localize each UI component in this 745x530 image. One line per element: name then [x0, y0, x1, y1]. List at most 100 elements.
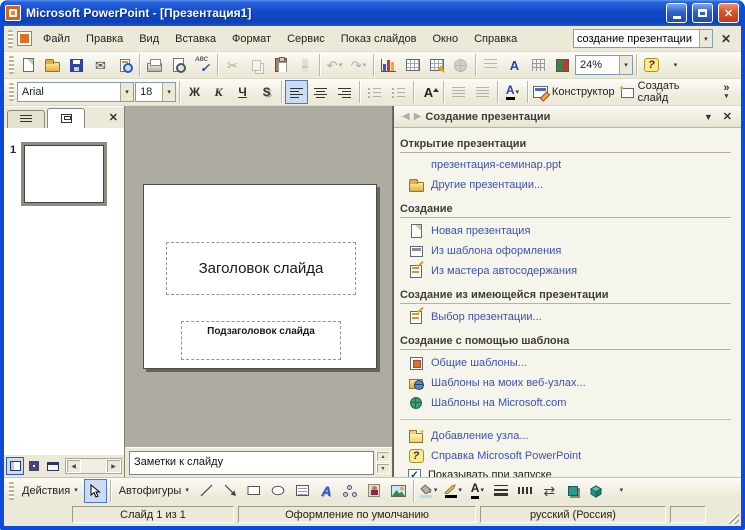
save-button[interactable]: [65, 53, 88, 77]
tab-outline[interactable]: [7, 110, 45, 128]
paste-button[interactable]: [269, 53, 292, 77]
show-formatting-button[interactable]: A: [503, 53, 526, 77]
list-item[interactable]: Добавление узла...: [394, 426, 741, 446]
from-autocontent-wizard-link[interactable]: Из мастера автосодержания: [431, 264, 577, 279]
color-grayscale-button[interactable]: [551, 53, 574, 77]
document-icon[interactable]: [17, 31, 32, 46]
increase-indent-button[interactable]: [471, 80, 494, 104]
menu-item-window[interactable]: Окно: [426, 30, 466, 48]
menu-item-edit[interactable]: Правка: [79, 30, 130, 48]
minimize-button[interactable]: [666, 3, 687, 23]
back-icon[interactable]: ◀: [402, 111, 410, 122]
menu-item-format[interactable]: Формат: [225, 30, 278, 48]
horizontal-scrollbar[interactable]: ◀ ▶: [65, 458, 122, 474]
help-button[interactable]: ?: [640, 53, 663, 77]
close-button[interactable]: ✕: [718, 3, 739, 23]
oval-tool-button[interactable]: [267, 479, 290, 503]
list-item[interactable]: презентация-семинар.ppt: [394, 156, 741, 175]
menu-item-insert[interactable]: Вставка: [168, 30, 223, 48]
clip-art-button[interactable]: [363, 479, 386, 503]
numbering-button[interactable]: [363, 80, 386, 104]
print-preview-button[interactable]: [167, 53, 190, 77]
notes-input[interactable]: Заметки к слайду: [129, 450, 374, 475]
list-item[interactable]: Шаблоны на Microsoft.com: [394, 393, 741, 413]
toolbar-grip[interactable]: [9, 83, 14, 101]
list-item[interactable]: Общие шаблоны...: [394, 353, 741, 373]
arrow-style-button[interactable]: ⇄: [538, 479, 561, 503]
slide-show-button[interactable]: [44, 457, 62, 475]
chevron-down-icon[interactable]: ▾: [698, 30, 712, 47]
cut-button[interactable]: ✂: [221, 53, 244, 77]
fill-color-button[interactable]: ▾: [417, 479, 441, 503]
rectangle-tool-button[interactable]: [243, 479, 266, 503]
task-pane-close-icon[interactable]: ✕: [720, 109, 735, 124]
show-at-startup-option[interactable]: ✓ Показывать при запуске: [394, 466, 741, 477]
toolbar-overflow-button[interactable]: » ▾: [715, 80, 738, 104]
web-sites-templates-link[interactable]: Шаблоны на моих веб-узлах...: [431, 376, 586, 391]
insert-table-button[interactable]: [401, 53, 424, 77]
from-design-template-link[interactable]: Из шаблона оформления: [431, 244, 561, 259]
increase-font-button[interactable]: A: [417, 80, 440, 104]
new-button[interactable]: [17, 53, 40, 77]
slide-canvas[interactable]: Заголовок слайда Подзаголовок слайда: [143, 184, 377, 369]
text-box-button[interactable]: [291, 479, 314, 503]
chevron-down-icon[interactable]: ▾: [619, 56, 632, 74]
shadow-button[interactable]: S: [255, 80, 278, 104]
line-style-button[interactable]: [490, 479, 513, 503]
redo-button[interactable]: ↷ ▾: [347, 53, 370, 77]
menu-item-help[interactable]: Справка: [467, 30, 524, 48]
powerpoint-help-link[interactable]: Справка Microsoft PowerPoint: [431, 449, 581, 464]
new-slide-button[interactable]: Создать слайд: [618, 80, 714, 104]
slide-thumbnail[interactable]: [21, 142, 108, 206]
scrollbar-track[interactable]: [81, 459, 106, 473]
status-language[interactable]: русский (Россия): [480, 506, 666, 523]
status-design-name[interactable]: Оформление по умолчанию: [238, 506, 476, 523]
next-slide-icon[interactable]: ▼: [376, 463, 390, 474]
hyperlink-button[interactable]: [449, 53, 472, 77]
undo-button[interactable]: ↶ ▾: [323, 53, 346, 77]
panel-close-icon[interactable]: ✕: [106, 111, 121, 124]
menu-item-slideshow[interactable]: Показ слайдов: [334, 30, 424, 48]
task-pane-menu-icon[interactable]: ▼: [701, 111, 716, 123]
font-size-combo[interactable]: 18 ▾: [135, 82, 177, 102]
menu-item-tools[interactable]: Сервис: [280, 30, 332, 48]
dash-style-button[interactable]: [514, 479, 537, 503]
line-tool-button[interactable]: [195, 479, 218, 503]
maximize-button[interactable]: [692, 3, 713, 23]
list-item[interactable]: Другие презентации...: [394, 175, 741, 195]
subtitle-placeholder[interactable]: Подзаголовок слайда: [181, 321, 341, 360]
insert-picture-button[interactable]: [387, 479, 410, 503]
spelling-button[interactable]: ABC ✓: [191, 53, 214, 77]
title-placeholder[interactable]: Заголовок слайда: [166, 242, 356, 295]
wordart-button[interactable]: A: [315, 479, 338, 503]
list-item[interactable]: Новая презентация: [394, 221, 741, 241]
toolbar-options-button[interactable]: ▾: [664, 53, 687, 77]
autoshapes-menu-button[interactable]: Автофигуры ▾: [114, 482, 194, 500]
expand-all-button[interactable]: [479, 53, 502, 77]
scroll-right-icon[interactable]: ▶: [106, 459, 121, 473]
toolbar-grip[interactable]: [9, 56, 14, 74]
copy-button[interactable]: [245, 53, 268, 77]
forward-icon[interactable]: ▶: [414, 111, 422, 122]
tab-slides[interactable]: [47, 108, 85, 128]
diagram-button[interactable]: [339, 479, 362, 503]
microsoft-com-templates-link[interactable]: Шаблоны на Microsoft.com: [431, 396, 566, 411]
toolbar-grip[interactable]: [9, 481, 14, 500]
bullets-button[interactable]: [387, 80, 410, 104]
line-color-button[interactable]: ▾: [441, 479, 465, 503]
tables-borders-button[interactable]: [425, 53, 448, 77]
font-color-button[interactable]: А ▾: [501, 80, 524, 104]
list-item[interactable]: Из шаблона оформления: [394, 241, 741, 261]
recent-presentation-link[interactable]: презентация-семинар.ppt: [431, 158, 561, 173]
slide-sorter-view-button[interactable]: [25, 457, 43, 475]
align-center-button[interactable]: [309, 80, 332, 104]
menu-item-file[interactable]: Файл: [36, 30, 77, 48]
align-right-button[interactable]: [333, 80, 356, 104]
new-presentation-link[interactable]: Новая презентация: [431, 224, 530, 239]
design-button[interactable]: Конструктор: [531, 80, 617, 104]
decrease-indent-button[interactable]: [447, 80, 470, 104]
zoom-combo[interactable]: 24% ▾: [575, 55, 633, 75]
threed-style-button[interactable]: [586, 479, 609, 503]
show-grid-button[interactable]: [527, 53, 550, 77]
underline-button[interactable]: Ч: [231, 80, 254, 104]
